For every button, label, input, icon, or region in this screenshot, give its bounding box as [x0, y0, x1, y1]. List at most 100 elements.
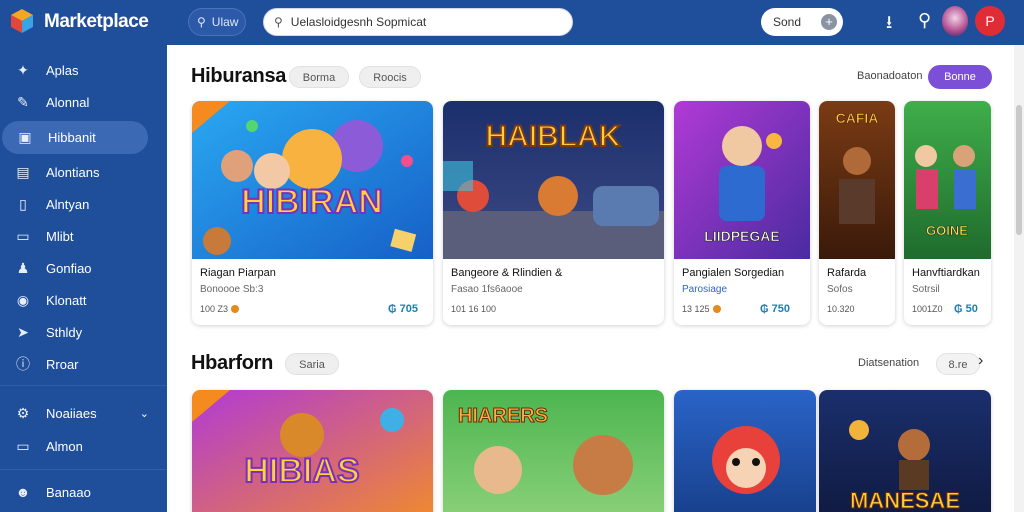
card-title: Hanvftiardkan: [912, 267, 980, 279]
chevron-right-icon[interactable]: ›: [978, 352, 983, 370]
gear-icon: ⚙: [16, 404, 30, 421]
file-icon: ▯: [19, 195, 27, 212]
sidebar-item-active[interactable]: ▣ Hibbanit: [2, 121, 148, 154]
filter-chip[interactable]: Borma: [289, 66, 349, 88]
coin-icon: [712, 305, 721, 313]
product-card[interactable]: CAFIA Rafarda Sofos 10.320: [819, 101, 895, 325]
sidebar-item-monitor[interactable]: ▭ Almon: [0, 430, 167, 462]
sidebar-item-7[interactable]: ♟ Gonfiao: [0, 252, 167, 284]
search-input[interactable]: ⚲ Uelasloidgesnh Sopmicat: [263, 8, 573, 36]
product-card[interactable]: GOINE Hanvftiardkan Sotrsil 1001Z0 ₲ 50: [904, 101, 991, 325]
card-meta: 100 Z3: [200, 304, 240, 314]
card-art-title: HIARERS: [458, 405, 548, 427]
document-icon: ▤: [16, 163, 30, 180]
search-icon[interactable]: ⚲: [918, 10, 931, 31]
sidebar: ✦ Aplas ✎ Alonnal ▣ Hibbanit ▤ Alontians…: [0, 45, 167, 512]
category-pill[interactable]: ⚲ Ulaw: [188, 8, 246, 36]
product-card[interactable]: HIARERS: [443, 390, 664, 512]
download-icon[interactable]: ⭳: [886, 10, 892, 40]
pen-icon: ✎: [17, 93, 29, 110]
send-button[interactable]: Sond +: [761, 8, 843, 36]
marketplace-logo-icon: [11, 9, 33, 33]
product-card[interactable]: MANESAE: [819, 390, 991, 512]
card-meta-text: 10.320: [827, 304, 855, 314]
scrollbar[interactable]: [1014, 45, 1024, 512]
sidebar-item-9[interactable]: ➤ Sthldy: [0, 316, 167, 348]
product-card[interactable]: HAIBLAK Bangeore & Rlindien & Fasao 1fs6…: [443, 101, 664, 325]
card-meta: 1001Z0: [912, 304, 943, 314]
sidebar-item-4[interactable]: ▤ Alontians: [0, 156, 167, 188]
see-all-link[interactable]: Diatsenation: [858, 357, 919, 369]
sidebar-item-label: Banaao: [46, 484, 91, 500]
apps-icon: ✦: [17, 61, 29, 78]
notification-avatar-icon[interactable]: [942, 6, 968, 36]
card-title: Bangeore & Rlindien &: [451, 267, 563, 279]
sidebar-item-label: Almon: [46, 438, 83, 454]
category-pill-label: Ulaw: [211, 15, 239, 29]
product-card[interactable]: HIBIRAN Riagan Piarpan Bonoooe Sb:3 100 …: [192, 101, 433, 325]
card-subtitle: Parosiage: [682, 284, 728, 295]
product-card[interactable]: HIBIAS: [192, 390, 433, 512]
card-subtitle: Sotrsil: [912, 284, 940, 295]
card-thumbnail: CAFIA: [819, 101, 895, 259]
sidebar-item-6[interactable]: ▭ Mlibt: [0, 220, 167, 252]
card-meta-text: 101 16 100: [451, 304, 497, 314]
sidebar-item-label: Aplas: [46, 62, 79, 78]
sidebar-divider: [0, 469, 167, 470]
card-art-title: LIIDPEGAE: [704, 228, 779, 244]
card-title: Rafarda: [827, 267, 867, 279]
sidebar-item-2[interactable]: ✎ Alonnal: [0, 86, 167, 118]
card-subtitle: Fasao 1fs6aooe: [451, 284, 523, 295]
display-icon: ▭: [16, 227, 30, 244]
sidebar-item-settings[interactable]: ⚙ Noaiiaes ⌄: [0, 397, 167, 429]
section-title: Hiburansa: [191, 65, 287, 87]
filter-chip[interactable]: Roocis: [359, 66, 421, 88]
card-meta: 101 16 100: [451, 304, 496, 314]
sidebar-item-account[interactable]: ☻ Banaao: [0, 476, 167, 508]
sidebar-item-label: Alonnal: [46, 94, 90, 110]
brand-name[interactable]: Marketplace: [44, 11, 149, 33]
send-button-label: Sond: [773, 15, 802, 29]
info-icon: ⓘ: [16, 356, 30, 372]
card-meta: 10.320: [827, 304, 855, 314]
sidebar-item-apps[interactable]: ✦ Aplas: [0, 54, 167, 86]
sidebar-item-label: Gonfiao: [46, 260, 92, 276]
sidebar-item-label: Noaiiaes: [46, 405, 97, 421]
sidebar-item-label: Rroar: [46, 356, 79, 372]
card-art-title: HAIBLAK: [486, 120, 621, 153]
filter-chip[interactable]: Saria: [285, 353, 339, 375]
card-thumbnail: HAIBLAK: [443, 101, 664, 259]
person-icon: ♟: [16, 259, 30, 276]
scrollbar-thumb[interactable]: [1016, 105, 1022, 235]
search-icon: ⚲: [197, 15, 206, 29]
profile-avatar[interactable]: P: [975, 6, 1005, 36]
card-thumbnail: [674, 390, 816, 512]
card-title: Riagan Piarpan: [200, 267, 276, 279]
more-button[interactable]: 8.re: [936, 353, 980, 375]
primary-button[interactable]: Bonne: [928, 65, 992, 89]
card-thumbnail: GOINE: [904, 101, 991, 259]
card-art-title: HIBIAS: [244, 452, 359, 490]
briefcase-icon: ▣: [18, 129, 32, 145]
card-subtitle: Bonoooe Sb:3: [200, 284, 264, 295]
sidebar-item-5[interactable]: ▯ Alntyan: [0, 188, 167, 220]
sidebar-item-8[interactable]: ◉ Klonatt: [0, 284, 167, 316]
plus-icon: +: [821, 14, 837, 30]
card-thumbnail: HIARERS: [443, 390, 664, 512]
card-price: ₲ 750: [760, 303, 790, 315]
card-art-title: HIBIRAN: [241, 183, 383, 221]
card-art-title: MANESAE: [850, 488, 960, 512]
sidebar-divider: [0, 385, 167, 386]
product-card[interactable]: [674, 390, 816, 512]
search-icon: ⚲: [274, 15, 283, 29]
chevron-down-icon: ⌄: [139, 407, 149, 420]
sidebar-item-10[interactable]: ⓘ Rroar: [0, 348, 167, 380]
sidebar-item-label: Mlibt: [46, 228, 74, 244]
see-all-link[interactable]: Baonadoaton: [857, 70, 922, 82]
search-placeholder: Uelasloidgesnh Sopmicat: [290, 15, 427, 29]
card-thumbnail: LIIDPEGAE: [674, 101, 810, 259]
sidebar-item-label: Alontians: [46, 164, 100, 180]
sidebar-item-label: Klonatt: [46, 292, 87, 308]
product-card[interactable]: LIIDPEGAE Pangialen Sorgedian Parosiage …: [674, 101, 810, 325]
sidebar-item-label: Sthldy: [46, 324, 83, 340]
